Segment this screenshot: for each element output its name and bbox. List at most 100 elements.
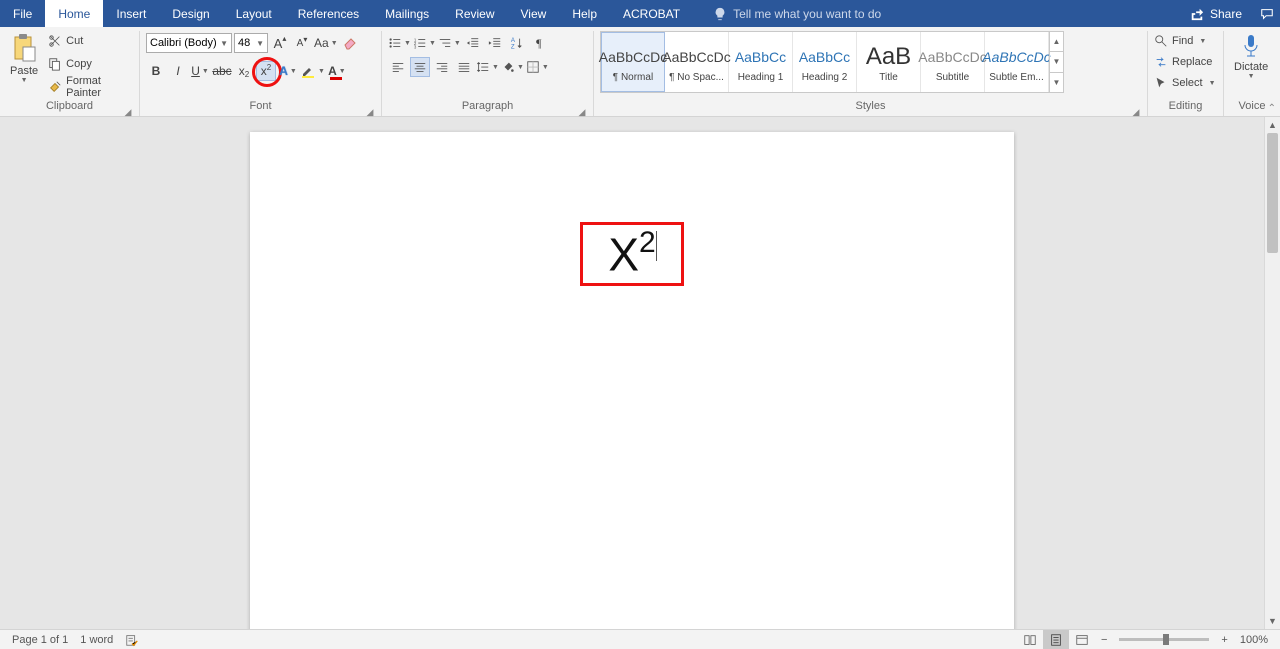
styles-launcher[interactable]: ◢ [1131, 104, 1141, 114]
style-item-2[interactable]: AaBbCcHeading 1 [729, 32, 793, 92]
styles-row-down[interactable]: ▼ [1050, 52, 1063, 72]
tab-file[interactable]: File [0, 0, 45, 27]
align-center-button[interactable] [410, 57, 430, 77]
status-spellcheck[interactable] [119, 630, 145, 649]
shrink-font-button[interactable]: A▾ [292, 33, 312, 53]
cursor-icon [1154, 76, 1168, 90]
align-right-icon [435, 60, 449, 74]
subscript-button[interactable]: x2 [234, 61, 254, 81]
group-label-font: Font [249, 100, 271, 112]
sort-button[interactable]: AZ [507, 33, 527, 53]
scroll-thumb[interactable] [1267, 133, 1278, 253]
document-area: X2 ▲ ▼ [0, 117, 1280, 629]
indent-icon [488, 36, 502, 50]
tab-acrobat[interactable]: ACROBAT [610, 0, 693, 27]
styles-row-up[interactable]: ▲ [1050, 32, 1063, 52]
tab-layout[interactable]: Layout [223, 0, 285, 27]
scroll-up-button[interactable]: ▲ [1265, 117, 1280, 133]
paste-icon [11, 33, 37, 63]
view-print-layout[interactable] [1043, 630, 1069, 649]
tab-design[interactable]: Design [159, 0, 222, 27]
font-launcher[interactable]: ◢ [365, 104, 375, 114]
zoom-out-button[interactable]: − [1095, 630, 1113, 649]
share-button[interactable]: Share [1178, 0, 1254, 27]
font-name-combo[interactable]: Calibri (Body)▼ [146, 33, 232, 53]
tab-help[interactable]: Help [559, 0, 610, 27]
style-item-5[interactable]: AaBbCcDcSubtitle [921, 32, 985, 92]
copy-icon [48, 57, 62, 71]
paragraph-launcher[interactable]: ◢ [577, 104, 587, 114]
bullets-button[interactable]: ▼ [388, 33, 411, 53]
clipboard-launcher[interactable]: ◢ [123, 104, 133, 114]
zoom-slider[interactable] [1119, 638, 1209, 641]
view-read-mode[interactable] [1017, 630, 1043, 649]
clear-formatting-button[interactable] [340, 33, 360, 53]
text-effects-button[interactable]: A▼ [278, 61, 298, 81]
find-button[interactable]: Find▼ [1154, 31, 1217, 51]
styles-scroll[interactable]: ▲▼▼ [1049, 32, 1063, 92]
superscript-button[interactable]: x2 [256, 61, 276, 81]
highlight-button[interactable]: ▼ [300, 61, 325, 81]
paste-button[interactable]: Paste ▼ [6, 31, 42, 86]
styles-gallery[interactable]: AaBbCcDc¶ NormalAaBbCcDc¶ No Spac...AaBb… [600, 31, 1064, 93]
style-item-1[interactable]: AaBbCcDc¶ No Spac... [665, 32, 729, 92]
font-size-combo[interactable]: 48▼ [234, 33, 268, 53]
tab-insert[interactable]: Insert [103, 0, 159, 27]
justify-icon [457, 60, 471, 74]
style-item-6[interactable]: AaBbCcDcSubtle Em... [985, 32, 1049, 92]
multilevel-list-button[interactable]: ▼ [438, 33, 461, 53]
tab-view[interactable]: View [508, 0, 560, 27]
style-item-3[interactable]: AaBbCcHeading 2 [793, 32, 857, 92]
multilevel-icon [438, 36, 452, 50]
style-item-0[interactable]: AaBbCcDc¶ Normal [601, 32, 665, 92]
shading-button[interactable]: ▼ [501, 57, 524, 77]
zoom-level[interactable]: 100% [1234, 630, 1274, 649]
copy-button[interactable]: Copy [46, 54, 133, 74]
group-label-clipboard: Clipboard [46, 100, 93, 112]
tell-me-input[interactable] [733, 7, 973, 21]
align-left-button[interactable] [388, 57, 408, 77]
group-label-styles: Styles [856, 100, 886, 112]
web-layout-icon [1075, 633, 1089, 647]
status-page[interactable]: Page 1 of 1 [6, 630, 74, 649]
cut-button[interactable]: Cut [46, 31, 133, 51]
line-spacing-icon [476, 60, 490, 74]
group-paragraph: ▼ 123▼ ▼ AZ ¶ ▼ ▼ ▼ Paragraph◢ [382, 31, 594, 116]
change-case-button[interactable]: Aa▼ [314, 33, 338, 53]
numbering-button[interactable]: 123▼ [413, 33, 436, 53]
align-right-button[interactable] [432, 57, 452, 77]
tab-references[interactable]: References [285, 0, 372, 27]
replace-button[interactable]: Replace [1154, 52, 1217, 72]
strikethrough-button[interactable]: abc [212, 61, 232, 81]
select-button[interactable]: Select▼ [1154, 73, 1217, 93]
collapse-ribbon-button[interactable]: ⌃ [1268, 103, 1276, 114]
decrease-indent-button[interactable] [463, 33, 483, 53]
style-item-4[interactable]: AaBTitle [857, 32, 921, 92]
format-painter-button[interactable]: Format Painter [46, 77, 133, 97]
underline-button[interactable]: U▼ [190, 61, 210, 81]
dictate-button[interactable]: Dictate ▼ [1230, 31, 1272, 82]
show-marks-button[interactable]: ¶ [529, 33, 549, 53]
tab-home[interactable]: Home [45, 0, 103, 27]
vertical-scrollbar[interactable]: ▲ ▼ [1264, 117, 1280, 629]
comments-icon[interactable] [1254, 0, 1280, 27]
group-label-voice: Voice [1239, 100, 1266, 112]
scroll-down-button[interactable]: ▼ [1265, 613, 1280, 629]
italic-button[interactable]: I [168, 61, 188, 81]
status-words[interactable]: 1 word [74, 630, 119, 649]
increase-indent-button[interactable] [485, 33, 505, 53]
view-web-layout[interactable] [1069, 630, 1095, 649]
bold-button[interactable]: B [146, 61, 166, 81]
grow-font-button[interactable]: A▴ [270, 33, 290, 53]
zoom-in-button[interactable]: + [1215, 630, 1233, 649]
font-color-button[interactable]: A▼ [327, 61, 347, 81]
tell-me-search[interactable] [713, 0, 973, 27]
styles-more[interactable]: ▼ [1050, 73, 1063, 92]
borders-button[interactable]: ▼ [526, 57, 549, 77]
tab-mailings[interactable]: Mailings [372, 0, 442, 27]
svg-text:Z: Z [511, 43, 515, 50]
tab-review[interactable]: Review [442, 0, 507, 27]
line-spacing-button[interactable]: ▼ [476, 57, 499, 77]
justify-button[interactable] [454, 57, 474, 77]
page[interactable]: X2 [250, 132, 1014, 629]
